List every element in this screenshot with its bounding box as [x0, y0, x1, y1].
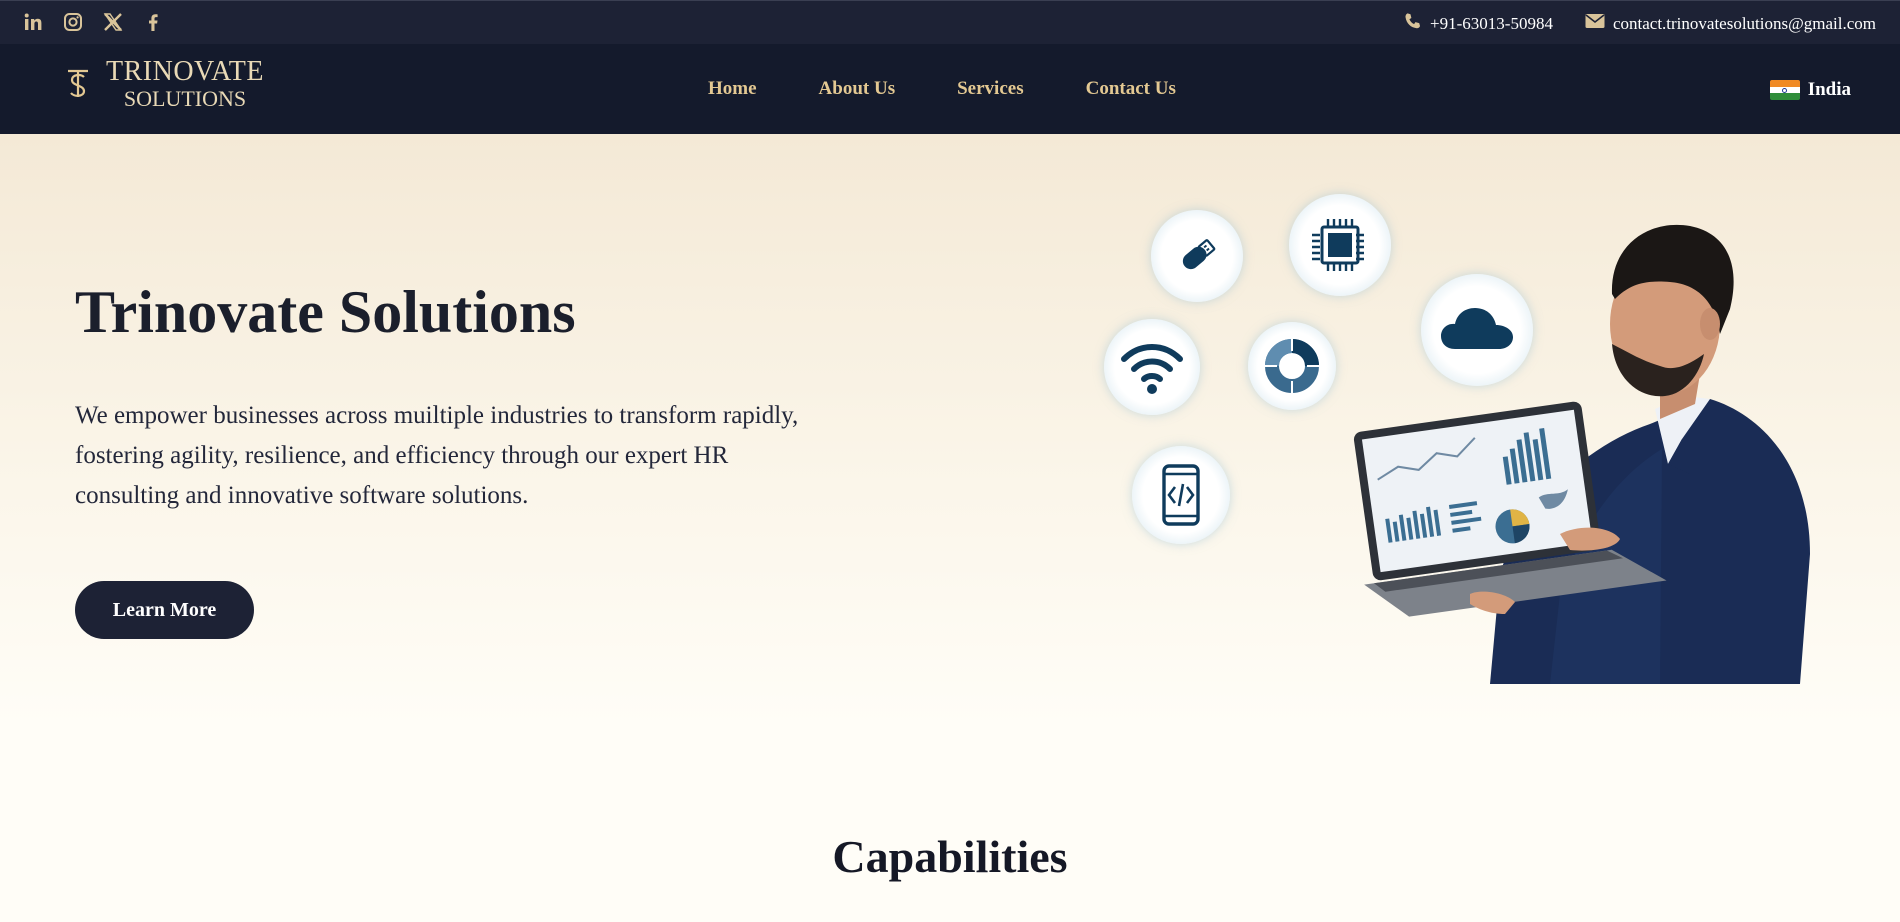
- top-bar: +91-63013-50984 contact.trinovatesolutio…: [0, 0, 1900, 44]
- contact-info: +91-63013-50984 contact.trinovatesolutio…: [1404, 12, 1876, 35]
- phone-link[interactable]: +91-63013-50984: [1404, 12, 1553, 35]
- logo-mark-icon: [68, 69, 88, 97]
- phone-number: +91-63013-50984: [1430, 13, 1553, 33]
- primary-menu: Home About Us Services Contact Us: [708, 78, 1176, 100]
- india-flag-icon: [1769, 80, 1800, 100]
- social-links: [22, 11, 164, 33]
- section-title: Capabilities: [832, 831, 1068, 882]
- brand-name: TRINOVATE SOLUTIONS: [106, 58, 264, 110]
- facebook-icon[interactable]: [142, 11, 164, 33]
- linkedin-icon[interactable]: [22, 11, 44, 33]
- hero-description: We empower businesses across muiltiple i…: [75, 402, 799, 509]
- envelope-icon: [1585, 13, 1605, 34]
- brand-line-2: SOLUTIONS: [123, 86, 247, 111]
- nav-about-us[interactable]: About Us: [819, 78, 896, 100]
- brand-logo[interactable]: TRINOVATE SOLUTIONS: [62, 58, 264, 110]
- wifi-icon: [1104, 319, 1200, 415]
- mobile-code-icon: [1132, 446, 1230, 544]
- nav-services[interactable]: Services: [957, 78, 1023, 100]
- learn-more-button[interactable]: Learn More: [75, 581, 254, 639]
- nav-contact-us[interactable]: Contact Us: [1086, 78, 1176, 100]
- hero-section: Trinovate Solutions We empower businesse…: [0, 134, 1900, 922]
- hero-illustration: [1090, 134, 1850, 684]
- region-label: India: [1807, 79, 1851, 100]
- nav-home[interactable]: Home: [708, 78, 757, 100]
- brand-line-1: TRINOVATE: [106, 56, 264, 87]
- usb-drive-icon: [1151, 210, 1243, 302]
- email-address: contact.trinovatesolutions@gmail.com: [1612, 13, 1876, 33]
- email-link[interactable]: contact.trinovatesolutions@gmail.com: [1585, 13, 1876, 34]
- hero-title: Trinovate Solutions: [75, 279, 576, 345]
- region-selector[interactable]: India: [1769, 79, 1851, 101]
- businessman-laptop-illustration: [1353, 224, 1810, 684]
- x-icon[interactable]: [102, 11, 124, 33]
- phone-icon: [1404, 12, 1422, 35]
- main-navbar: TRINOVATE SOLUTIONS Home About Us Servic…: [0, 44, 1900, 134]
- instagram-icon[interactable]: [62, 11, 84, 33]
